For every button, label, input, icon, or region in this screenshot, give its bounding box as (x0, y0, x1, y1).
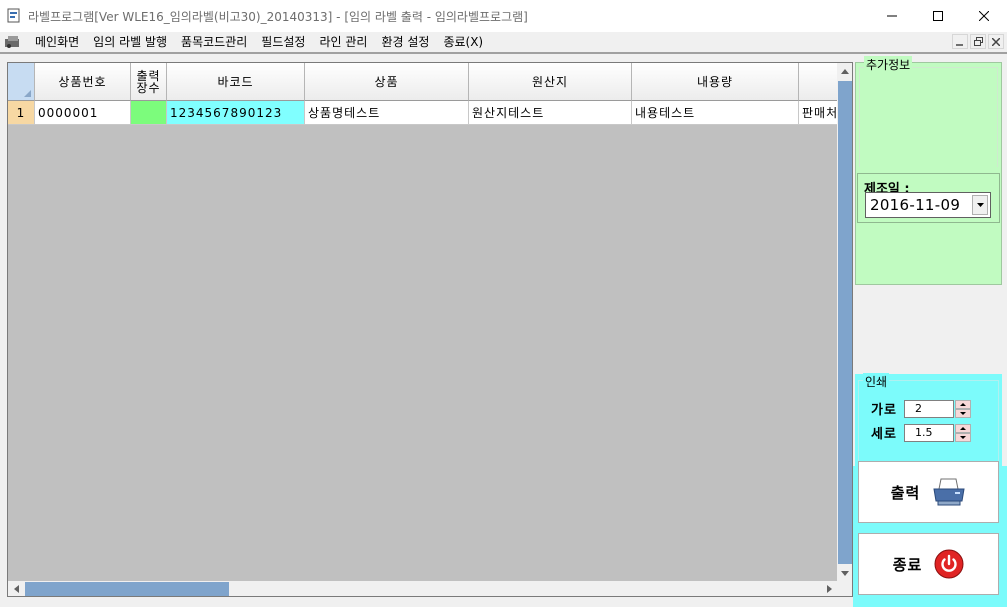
chevron-up-icon (960, 402, 966, 406)
column-header-print-count[interactable]: 출력 장수 (131, 63, 167, 101)
column-header-barcode[interactable]: 바코드 (167, 63, 305, 101)
horizontal-label: 가로 (871, 403, 897, 418)
column-header-content[interactable]: 내용량 (632, 63, 799, 101)
scroll-down-button[interactable] (837, 565, 852, 581)
extra-info-title: 추가정보 (864, 56, 913, 73)
cell-seller[interactable]: 판매처 (799, 101, 839, 125)
date-dropdown-button[interactable] (972, 195, 988, 215)
scroll-up-button[interactable] (837, 63, 852, 79)
maximize-button[interactable] (915, 0, 961, 32)
grid-header: 상품번호 출력 장수 바코드 상품 원산지 내용량 (8, 63, 839, 101)
print-button-label: 출력 (890, 483, 921, 502)
cell-barcode[interactable]: 1234567890123 (167, 101, 305, 125)
mdi-close-button[interactable] (988, 34, 1004, 49)
maximize-icon (933, 11, 943, 21)
horizontal-stepper[interactable] (955, 399, 971, 418)
power-icon (934, 549, 964, 579)
cell-print-count[interactable] (131, 101, 167, 125)
close-icon (979, 11, 989, 21)
chevron-down-icon (960, 435, 966, 439)
chevron-down-icon (976, 203, 984, 207)
menu-item-item-code[interactable]: 품목코드관리 (174, 32, 254, 52)
extra-info-panel: 추가정보 제조일 : 2016-11-09 (855, 56, 1002, 285)
chevron-down-icon (960, 411, 966, 415)
cell-content[interactable]: 내용테스트 (632, 101, 799, 125)
menu-item-issue-label[interactable]: 임의 라벨 발행 (86, 32, 174, 52)
vertical-input[interactable]: 1.5 (904, 423, 954, 442)
print-panel: 인쇄 가로 2 세로 1.5 (855, 373, 1002, 466)
horizontal-input[interactable]: 2 (904, 399, 954, 418)
chevron-up-icon (841, 68, 849, 74)
chevron-left-icon (13, 585, 19, 593)
menu-item-field-settings[interactable]: 필드설정 (254, 32, 312, 52)
minimize-icon (887, 15, 897, 17)
horizontal-up-button[interactable] (955, 399, 971, 409)
table-row[interactable]: 1 0000001 1234567890123 상품명테스트 원산지테스트 내용… (8, 101, 839, 125)
horizontal-down-button[interactable] (955, 408, 971, 418)
app-icon (7, 8, 20, 23)
chevron-down-icon (841, 570, 849, 576)
select-all-corner[interactable] (8, 63, 35, 101)
close-button[interactable] (961, 0, 1007, 32)
horizontal-scrollbar[interactable] (8, 581, 837, 596)
minimize-icon (956, 43, 963, 46)
row-header[interactable]: 1 (8, 101, 35, 125)
print-title: 인쇄 (863, 373, 890, 390)
menu-item-env-settings[interactable]: 환경 설정 (374, 32, 436, 52)
vertical-stepper[interactable] (955, 423, 971, 442)
horizontal-scroll-thumb[interactable] (25, 582, 229, 596)
minimize-button[interactable] (869, 0, 915, 32)
cell-product[interactable]: 상품명테스트 (305, 101, 469, 125)
menu-item-exit[interactable]: 종료(X) (436, 32, 490, 52)
vertical-down-button[interactable] (955, 432, 971, 442)
data-grid[interactable]: 상품번호 출력 장수 바코드 상품 원산지 내용량 1 0000001 1234… (7, 62, 853, 597)
close-icon (992, 37, 1000, 46)
menu-item-line-manage[interactable]: 라인 관리 (312, 32, 374, 52)
column-header-origin[interactable]: 원산지 (469, 63, 632, 101)
cell-origin[interactable]: 원산지테스트 (469, 101, 632, 125)
exit-button[interactable]: 종료 (858, 533, 999, 595)
mfg-date-value: 2016-11-09 (870, 196, 961, 214)
scroll-right-button[interactable] (821, 581, 837, 596)
column-header-product-no[interactable]: 상품번호 (35, 63, 131, 101)
horizontal-spin-row: 가로 2 (871, 399, 971, 418)
mfg-date-picker[interactable]: 2016-11-09 (865, 192, 991, 218)
chevron-up-icon (960, 426, 966, 430)
vertical-scrollbar[interactable] (837, 63, 852, 581)
print-button[interactable]: 출력 (858, 461, 999, 523)
scrollbar-corner (837, 581, 852, 596)
scroll-left-button[interactable] (8, 581, 24, 596)
restore-icon (973, 37, 983, 46)
vertical-scroll-thumb[interactable] (838, 81, 852, 564)
window-title: 라벨프로그램[Ver WLE16_임의라벨(비고30)_20140313] - … (28, 9, 528, 24)
title-bar: 라벨프로그램[Ver WLE16_임의라벨(비고30)_20140313] - … (0, 0, 1007, 32)
printer-icon (933, 478, 965, 506)
column-header-product[interactable]: 상품 (305, 63, 469, 101)
mdi-minimize-button[interactable] (952, 34, 968, 49)
vertical-label: 세로 (871, 427, 897, 442)
exit-button-label: 종료 (892, 555, 923, 574)
chevron-right-icon (826, 585, 832, 593)
menu-item-main[interactable]: 메인화면 (28, 32, 86, 52)
menu-separator (0, 52, 1007, 54)
menu-bar: 메인화면 임의 라벨 발행 품목코드관리 필드설정 라인 관리 환경 설정 종료… (0, 32, 1007, 52)
cell-product-no[interactable]: 0000001 (35, 101, 131, 125)
vertical-up-button[interactable] (955, 423, 971, 433)
document-icon (5, 36, 19, 48)
mdi-restore-button[interactable] (970, 34, 986, 49)
column-header-seller[interactable] (799, 63, 839, 101)
mfg-date-group: 제조일 : 2016-11-09 (857, 173, 1000, 223)
vertical-spin-row: 세로 1.5 (871, 423, 971, 442)
